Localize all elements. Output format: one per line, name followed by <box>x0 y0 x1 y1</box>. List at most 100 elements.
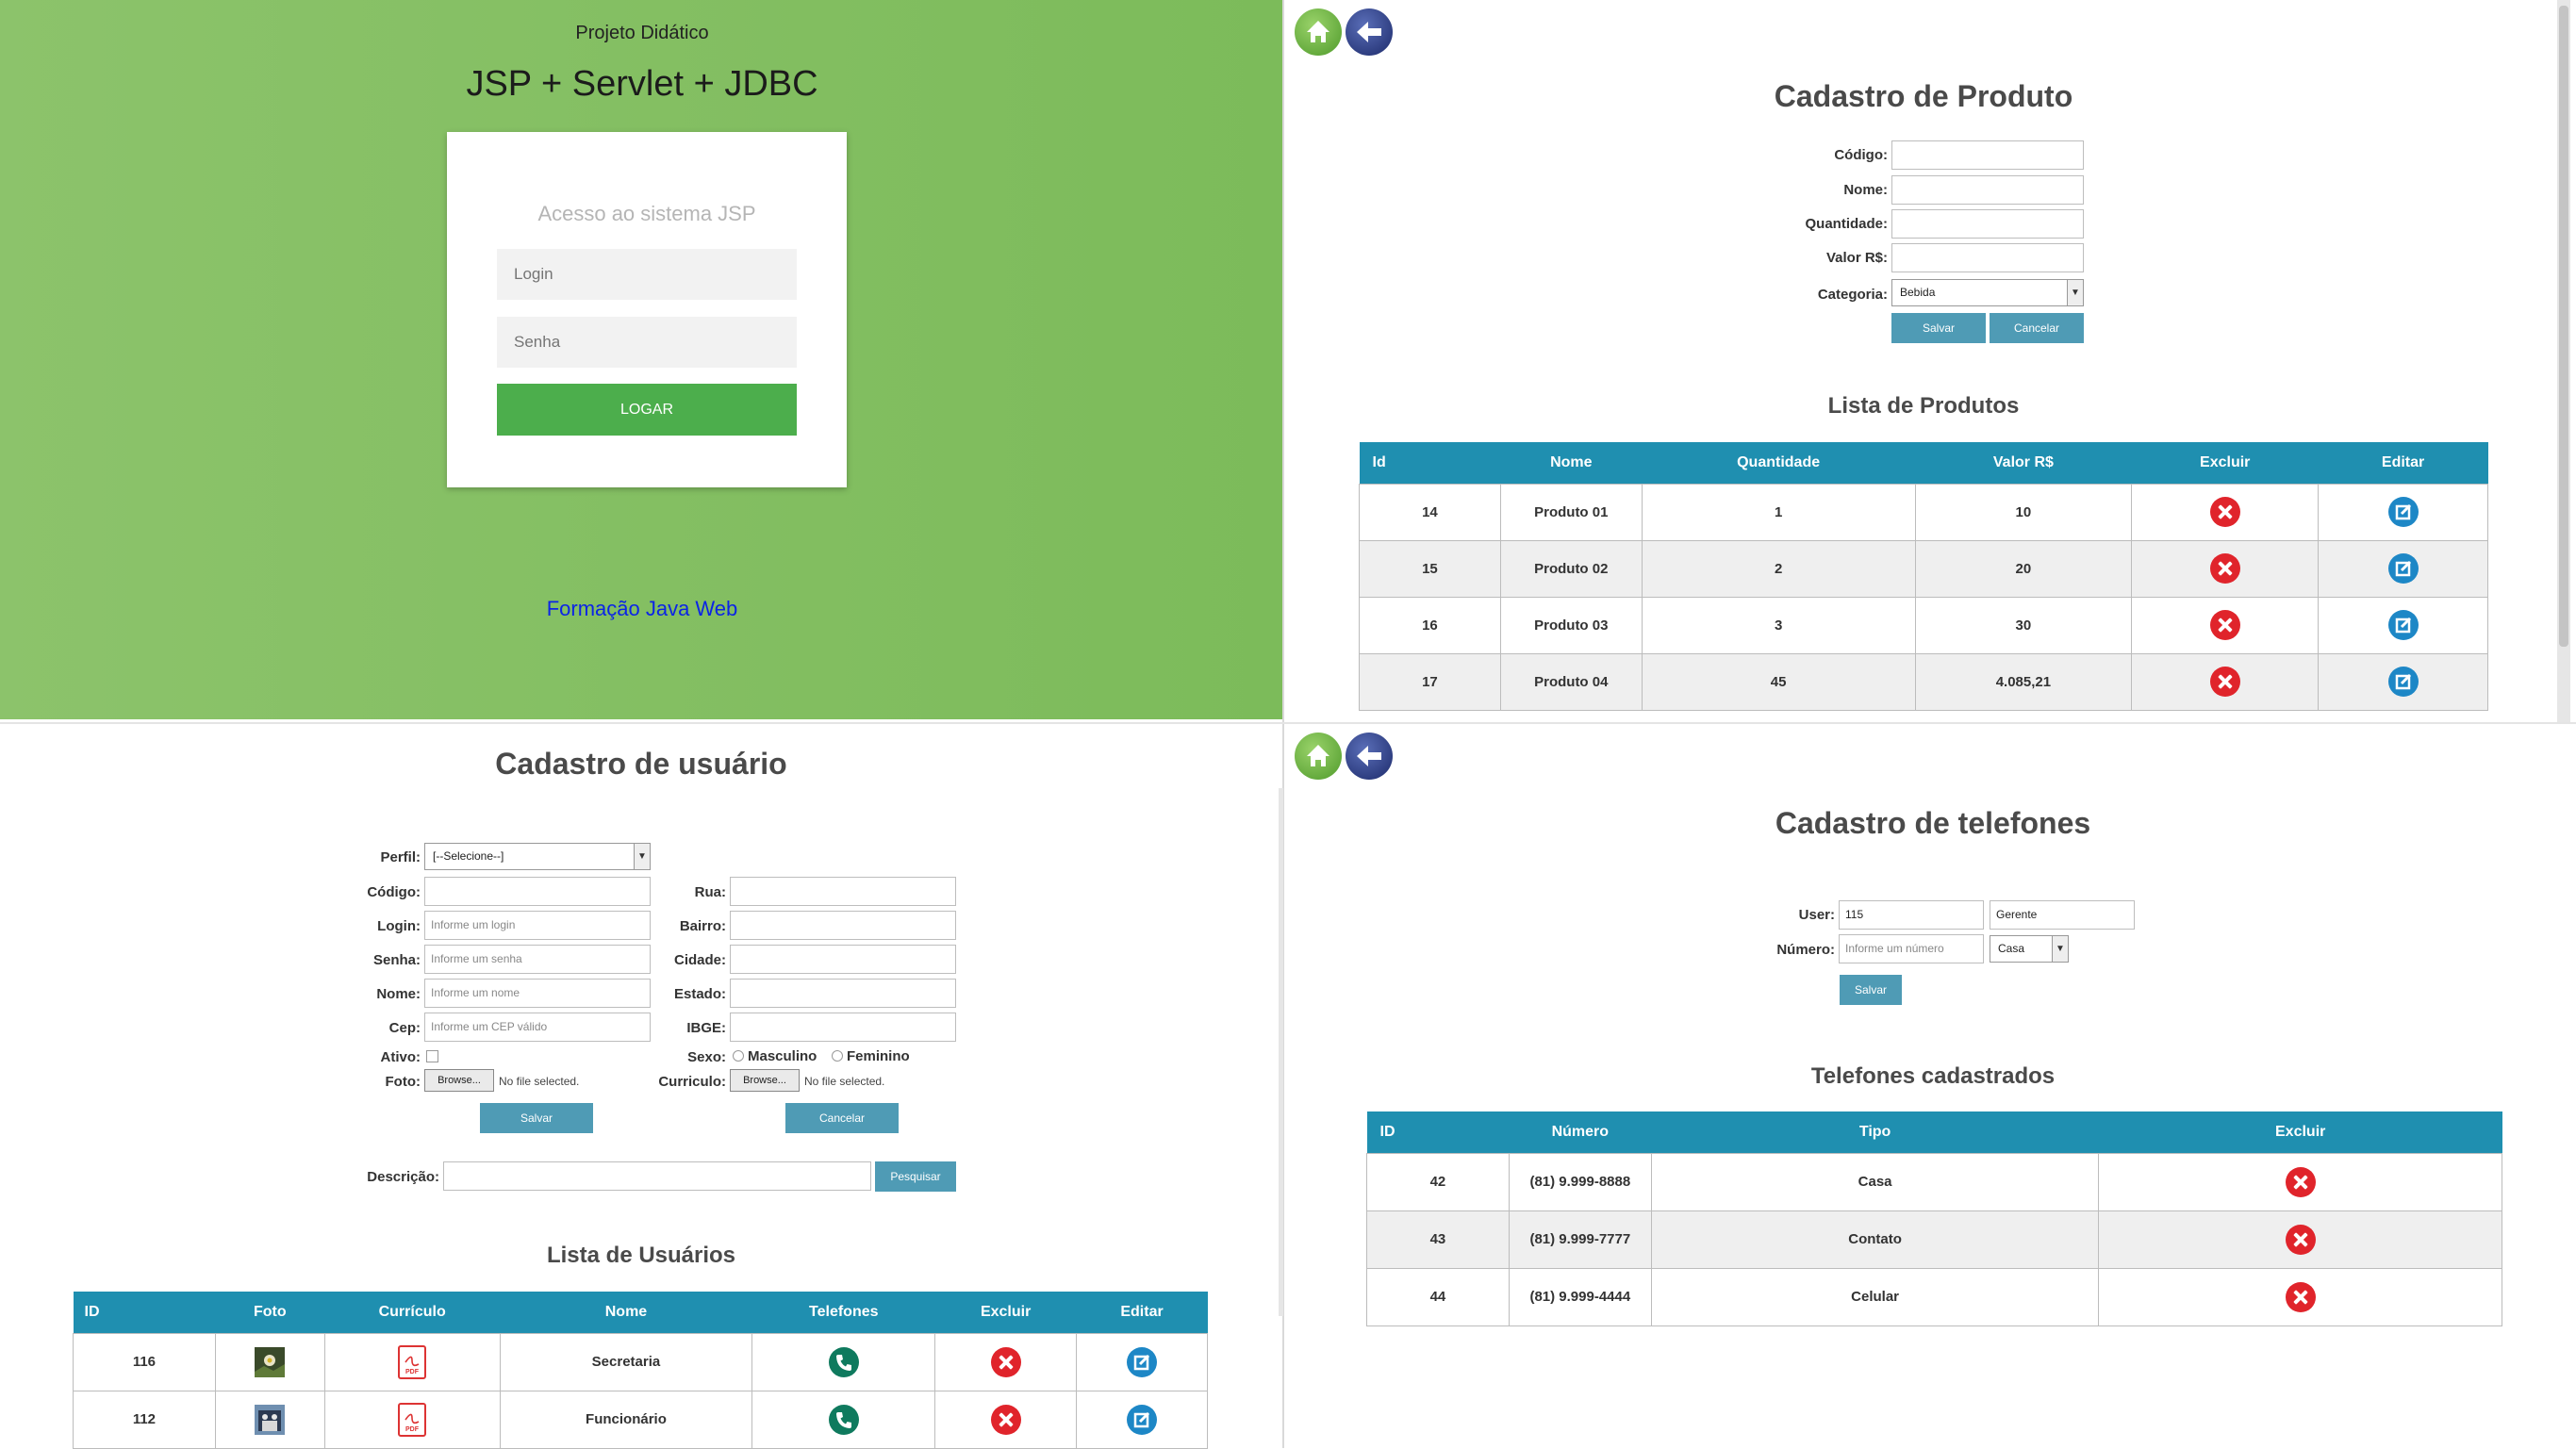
login-button[interactable]: LOGAR <box>497 384 797 436</box>
edit-icon[interactable] <box>2387 553 2419 584</box>
sexo-label: Sexo: <box>687 1049 726 1065</box>
table-row: 112 PDF Funcionário <box>73 1390 1208 1449</box>
edit-icon[interactable] <box>2387 667 2419 697</box>
telefone-save-button[interactable]: Salvar <box>1840 975 1902 1005</box>
col-header-telefones: Telefones <box>751 1292 935 1333</box>
home-icon[interactable] <box>1295 733 1342 780</box>
bairro-input[interactable] <box>730 911 956 940</box>
ibge-input[interactable] <box>730 1013 956 1042</box>
cell-editar <box>2318 652 2488 711</box>
formacao-java-web-link[interactable]: Formação Java Web <box>0 597 1284 621</box>
cell-tipo: Celular <box>1650 1267 2100 1326</box>
numero-field[interactable]: Informe um número <box>1839 934 1984 963</box>
usuario-table: ID Foto Currículo Nome Telefones Excluir… <box>73 1292 1208 1449</box>
edit-icon[interactable] <box>2387 610 2419 640</box>
telefones-list-title: Telefones cadastrados <box>1810 1063 2056 1089</box>
produto-save-button[interactable]: Salvar <box>1891 313 1986 343</box>
delete-icon[interactable] <box>2209 497 2240 527</box>
delete-icon[interactable] <box>2209 667 2240 697</box>
produto-scrollbar-thumb[interactable] <box>2559 6 2568 647</box>
cell-editar <box>1076 1390 1208 1449</box>
delete-icon[interactable] <box>2285 1166 2316 1197</box>
sexo-feminino-radio[interactable] <box>832 1050 843 1062</box>
produto-list-title: Lista de Produtos <box>1827 393 2020 419</box>
back-arrow-icon[interactable] <box>1346 733 1393 780</box>
user-id-field[interactable]: 115 <box>1839 900 1984 930</box>
codigo-label: Código: <box>367 884 421 900</box>
phone-icon[interactable] <box>828 1346 859 1377</box>
cell-excluir <box>2131 596 2320 654</box>
produto-valor-input[interactable] <box>1891 243 2084 272</box>
cell-numero: (81) 9.999-7777 <box>1508 1210 1652 1269</box>
sexo-masculino-radio[interactable] <box>733 1050 744 1062</box>
usuario-scrollbar[interactable] <box>1279 788 1283 1316</box>
login-page-title: JSP + Servlet + JDBC <box>466 64 818 104</box>
col-header-valor: Valor R$ <box>1915 442 2132 484</box>
produto-codigo-label: Código: <box>1834 147 1888 163</box>
cell-telefones <box>751 1332 936 1391</box>
nome-label: Nome: <box>376 986 421 1002</box>
cell-excluir <box>2098 1152 2502 1211</box>
cell-telefones <box>751 1390 936 1449</box>
delete-icon[interactable] <box>990 1404 1021 1435</box>
phone-icon[interactable] <box>828 1404 859 1435</box>
rua-input[interactable] <box>730 877 956 906</box>
cidade-input[interactable] <box>730 945 956 974</box>
ativo-checkbox[interactable] <box>426 1050 438 1062</box>
descricao-input[interactable] <box>443 1161 871 1191</box>
col-header-id: ID <box>73 1292 216 1333</box>
login-label: Login: <box>377 918 421 934</box>
perfil-select[interactable]: [--Selecione--] ▼ <box>424 843 651 870</box>
edit-icon[interactable] <box>1127 1404 1158 1435</box>
sexo-feminino-label: Feminino <box>847 1048 910 1064</box>
cell-tipo: Casa <box>1650 1152 2100 1211</box>
pdf-icon[interactable]: PDF <box>398 1344 427 1379</box>
usuario-save-button[interactable]: Salvar <box>480 1103 593 1133</box>
delete-icon[interactable] <box>2209 553 2240 584</box>
usuario-cancel-button[interactable]: Cancelar <box>785 1103 899 1133</box>
table-row: 44 (81) 9.999-4444 Celular <box>1366 1267 2502 1326</box>
curriculo-no-file: No file selected. <box>804 1075 885 1088</box>
delete-icon[interactable] <box>2285 1224 2316 1255</box>
table-row: 17 Produto 04 45 4.085,21 <box>1359 652 2488 711</box>
estado-label: Estado: <box>673 986 726 1002</box>
produto-nome-label: Nome: <box>1843 182 1888 198</box>
col-header-tipo: Tipo <box>1651 1111 2099 1153</box>
home-icon[interactable] <box>1295 8 1342 56</box>
col-header-curriculo: Currículo <box>324 1292 501 1333</box>
pdf-icon[interactable]: PDF <box>398 1402 427 1437</box>
delete-icon[interactable] <box>2209 610 2240 640</box>
produto-nome-input[interactable] <box>1891 175 2084 205</box>
produto-categoria-select[interactable]: Bebida ▼ <box>1891 279 2084 306</box>
user-name-field[interactable]: Gerente <box>1990 900 2135 930</box>
numero-label: Número: <box>1776 942 1835 958</box>
curriculo-browse-button[interactable]: Browse... <box>730 1069 800 1092</box>
login-input[interactable] <box>497 249 797 300</box>
produto-quantidade-input[interactable] <box>1891 209 2084 239</box>
cell-id: 44 <box>1366 1267 1510 1326</box>
sexo-masculino-label: Masculino <box>748 1048 817 1064</box>
col-header-excluir: Excluir <box>2098 1111 2502 1153</box>
foto-browse-button[interactable]: Browse... <box>424 1069 494 1092</box>
senha-label: Senha: <box>372 952 421 968</box>
cell-tipo: Contato <box>1650 1210 2100 1269</box>
produto-cancel-button[interactable]: Cancelar <box>1990 313 2084 343</box>
back-arrow-icon[interactable] <box>1346 8 1393 56</box>
cell-numero: (81) 9.999-8888 <box>1508 1152 1652 1211</box>
cell-id: 15 <box>1359 539 1501 598</box>
edit-icon[interactable] <box>2387 497 2419 527</box>
user-photo-icon[interactable] <box>255 1346 286 1377</box>
delete-icon[interactable] <box>2285 1281 2316 1312</box>
table-row: 15 Produto 02 2 20 <box>1359 539 2488 598</box>
foto-label: Foto: <box>385 1074 421 1090</box>
tipo-select[interactable]: Casa ▼ <box>1990 935 2069 963</box>
user-photo-icon[interactable] <box>255 1404 286 1435</box>
estado-input[interactable] <box>730 979 956 1008</box>
edit-icon[interactable] <box>1127 1346 1158 1377</box>
pesquisar-button[interactable]: Pesquisar <box>875 1161 956 1192</box>
cell-excluir <box>2098 1210 2502 1269</box>
produto-codigo-input[interactable] <box>1891 140 2084 170</box>
cell-nome: Produto 02 <box>1499 539 1643 598</box>
password-input[interactable] <box>497 317 797 368</box>
delete-icon[interactable] <box>990 1346 1021 1377</box>
